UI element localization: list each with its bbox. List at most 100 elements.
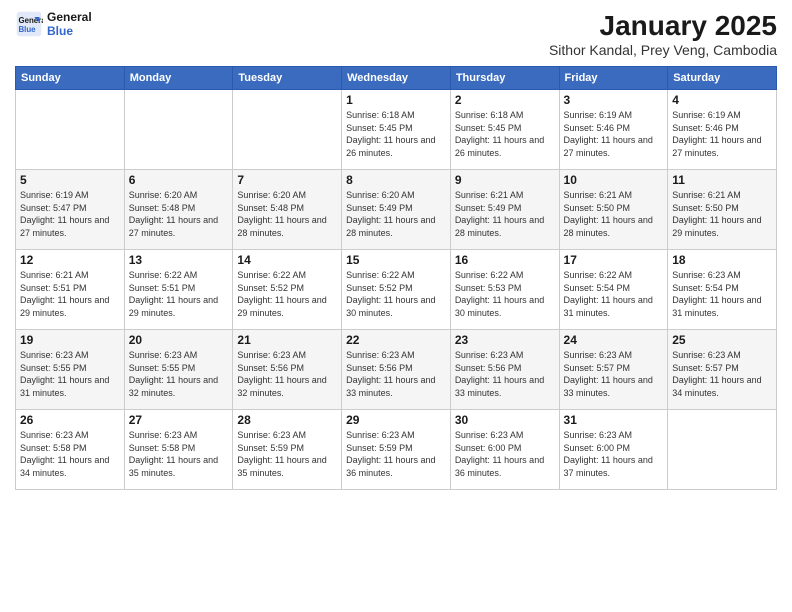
calendar-cell: 3 Sunrise: 6:19 AM Sunset: 5:46 PM Daylig… — [559, 90, 668, 170]
day-info: Sunrise: 6:23 AM Sunset: 5:58 PM Dayligh… — [20, 429, 120, 479]
day-info: Sunrise: 6:23 AM Sunset: 5:56 PM Dayligh… — [346, 349, 446, 399]
logo-text: General Blue — [47, 10, 92, 38]
day-info: Sunrise: 6:23 AM Sunset: 5:55 PM Dayligh… — [129, 349, 229, 399]
day-number: 4 — [672, 93, 772, 107]
calendar-subtitle: Sithor Kandal, Prey Veng, Cambodia — [549, 42, 777, 58]
calendar-cell: 13Sunrise: 6:22 AM Sunset: 5:51 PM Dayli… — [124, 250, 233, 330]
day-of-week-header: Saturday — [668, 67, 777, 90]
day-number: 2 — [455, 93, 555, 107]
calendar-cell: 17Sunrise: 6:22 AM Sunset: 5:54 PM Dayli… — [559, 250, 668, 330]
day-number: 6 — [129, 173, 229, 187]
calendar-cell: 10Sunrise: 6:21 AM Sunset: 5:50 PM Dayli… — [559, 170, 668, 250]
calendar-week-row: 1 Sunrise: 6:18 AM Sunset: 5:45 PM Daylig… — [16, 90, 777, 170]
calendar-cell: 8 Sunrise: 6:20 AM Sunset: 5:49 PM Daylig… — [342, 170, 451, 250]
calendar-cell: 12 Sunrise: 6:21 AM Sunset: 5:51 PM Dayli… — [16, 250, 125, 330]
day-of-week-header: Thursday — [450, 67, 559, 90]
calendar-cell: 19Sunrise: 6:23 AM Sunset: 5:55 PM Dayli… — [16, 330, 125, 410]
calendar-cell: 22Sunrise: 6:23 AM Sunset: 5:56 PM Dayli… — [342, 330, 451, 410]
day-number: 13 — [129, 253, 229, 267]
calendar-cell: 11 Sunrise: 6:21 AM Sunset: 5:50 PM Dayli… — [668, 170, 777, 250]
day-info: Sunrise: 6:22 AM Sunset: 5:52 PM Dayligh… — [346, 269, 446, 319]
header: General Blue General Blue January 2025 S… — [15, 10, 777, 58]
day-of-week-header: Sunday — [16, 67, 125, 90]
svg-text:Blue: Blue — [19, 25, 37, 34]
day-number: 9 — [455, 173, 555, 187]
day-info: Sunrise: 6:23 AM Sunset: 6:00 PM Dayligh… — [564, 429, 664, 479]
calendar-cell: 7Sunrise: 6:20 AM Sunset: 5:48 PM Daylig… — [233, 170, 342, 250]
day-info: Sunrise: 6:21 AM Sunset: 5:50 PM Dayligh… — [672, 189, 772, 239]
day-of-week-header: Monday — [124, 67, 233, 90]
day-number: 29 — [346, 413, 446, 427]
calendar-cell: 20 Sunrise: 6:23 AM Sunset: 5:55 PM Dayli… — [124, 330, 233, 410]
day-number: 8 — [346, 173, 446, 187]
calendar-table: SundayMondayTuesdayWednesdayThursdayFrid… — [15, 66, 777, 490]
day-info: Sunrise: 6:18 AM Sunset: 5:45 PM Dayligh… — [346, 109, 446, 159]
calendar-cell — [16, 90, 125, 170]
day-info: Sunrise: 6:23 AM Sunset: 6:00 PM Dayligh… — [455, 429, 555, 479]
calendar-cell: 21 Sunrise: 6:23 AM Sunset: 5:56 PM Dayli… — [233, 330, 342, 410]
calendar-header-row: SundayMondayTuesdayWednesdayThursdayFrid… — [16, 67, 777, 90]
day-info: Sunrise: 6:20 AM Sunset: 5:49 PM Dayligh… — [346, 189, 446, 239]
day-info: Sunrise: 6:19 AM Sunset: 5:46 PM Dayligh… — [564, 109, 664, 159]
calendar-cell: 9 Sunrise: 6:21 AM Sunset: 5:49 PM Daylig… — [450, 170, 559, 250]
calendar-week-row: 5Sunrise: 6:19 AM Sunset: 5:47 PM Daylig… — [16, 170, 777, 250]
calendar-week-row: 19Sunrise: 6:23 AM Sunset: 5:55 PM Dayli… — [16, 330, 777, 410]
day-number: 15 — [346, 253, 446, 267]
day-info: Sunrise: 6:23 AM Sunset: 5:58 PM Dayligh… — [129, 429, 229, 479]
day-of-week-header: Wednesday — [342, 67, 451, 90]
calendar-cell: 2Sunrise: 6:18 AM Sunset: 5:45 PM Daylig… — [450, 90, 559, 170]
day-info: Sunrise: 6:19 AM Sunset: 5:47 PM Dayligh… — [20, 189, 120, 239]
day-number: 1 — [346, 93, 446, 107]
day-number: 28 — [237, 413, 337, 427]
calendar-cell: 6 Sunrise: 6:20 AM Sunset: 5:48 PM Daylig… — [124, 170, 233, 250]
calendar-cell: 25 Sunrise: 6:23 AM Sunset: 5:57 PM Dayli… — [668, 330, 777, 410]
day-info: Sunrise: 6:23 AM Sunset: 5:55 PM Dayligh… — [20, 349, 120, 399]
day-number: 27 — [129, 413, 229, 427]
day-info: Sunrise: 6:23 AM Sunset: 5:56 PM Dayligh… — [237, 349, 337, 399]
day-number: 26 — [20, 413, 120, 427]
calendar-cell: 23Sunrise: 6:23 AM Sunset: 5:56 PM Dayli… — [450, 330, 559, 410]
day-info: Sunrise: 6:23 AM Sunset: 5:57 PM Dayligh… — [672, 349, 772, 399]
calendar-cell — [668, 410, 777, 490]
day-info: Sunrise: 6:23 AM Sunset: 5:57 PM Dayligh… — [564, 349, 664, 399]
calendar-cell: 5Sunrise: 6:19 AM Sunset: 5:47 PM Daylig… — [16, 170, 125, 250]
day-info: Sunrise: 6:23 AM Sunset: 5:59 PM Dayligh… — [346, 429, 446, 479]
calendar-cell: 31Sunrise: 6:23 AM Sunset: 6:00 PM Dayli… — [559, 410, 668, 490]
day-number: 30 — [455, 413, 555, 427]
day-info: Sunrise: 6:22 AM Sunset: 5:53 PM Dayligh… — [455, 269, 555, 319]
day-info: Sunrise: 6:21 AM Sunset: 5:51 PM Dayligh… — [20, 269, 120, 319]
day-number: 11 — [672, 173, 772, 187]
page: General Blue General Blue January 2025 S… — [0, 0, 792, 612]
calendar-cell: 16Sunrise: 6:22 AM Sunset: 5:53 PM Dayli… — [450, 250, 559, 330]
day-info: Sunrise: 6:23 AM Sunset: 5:54 PM Dayligh… — [672, 269, 772, 319]
day-info: Sunrise: 6:21 AM Sunset: 5:50 PM Dayligh… — [564, 189, 664, 239]
calendar-cell: 28 Sunrise: 6:23 AM Sunset: 5:59 PM Dayli… — [233, 410, 342, 490]
logo: General Blue General Blue — [15, 10, 92, 38]
day-number: 25 — [672, 333, 772, 347]
calendar-cell: 18 Sunrise: 6:23 AM Sunset: 5:54 PM Dayli… — [668, 250, 777, 330]
calendar-cell: 29 Sunrise: 6:23 AM Sunset: 5:59 PM Dayli… — [342, 410, 451, 490]
day-info: Sunrise: 6:22 AM Sunset: 5:52 PM Dayligh… — [237, 269, 337, 319]
day-number: 18 — [672, 253, 772, 267]
day-number: 3 — [564, 93, 664, 107]
day-info: Sunrise: 6:19 AM Sunset: 5:46 PM Dayligh… — [672, 109, 772, 159]
day-number: 21 — [237, 333, 337, 347]
day-number: 14 — [237, 253, 337, 267]
calendar-cell: 24Sunrise: 6:23 AM Sunset: 5:57 PM Dayli… — [559, 330, 668, 410]
day-number: 12 — [20, 253, 120, 267]
calendar-week-row: 26 Sunrise: 6:23 AM Sunset: 5:58 PM Dayli… — [16, 410, 777, 490]
calendar-cell: 15 Sunrise: 6:22 AM Sunset: 5:52 PM Dayli… — [342, 250, 451, 330]
calendar-cell: 26 Sunrise: 6:23 AM Sunset: 5:58 PM Dayli… — [16, 410, 125, 490]
calendar-cell: 27 Sunrise: 6:23 AM Sunset: 5:58 PM Dayli… — [124, 410, 233, 490]
day-number: 20 — [129, 333, 229, 347]
day-number: 23 — [455, 333, 555, 347]
day-of-week-header: Friday — [559, 67, 668, 90]
day-of-week-header: Tuesday — [233, 67, 342, 90]
day-number: 7 — [237, 173, 337, 187]
calendar-cell: 30 Sunrise: 6:23 AM Sunset: 6:00 PM Dayli… — [450, 410, 559, 490]
day-info: Sunrise: 6:21 AM Sunset: 5:49 PM Dayligh… — [455, 189, 555, 239]
calendar-title: January 2025 — [549, 10, 777, 42]
day-info: Sunrise: 6:23 AM Sunset: 5:59 PM Dayligh… — [237, 429, 337, 479]
day-info: Sunrise: 6:20 AM Sunset: 5:48 PM Dayligh… — [129, 189, 229, 239]
calendar-week-row: 12 Sunrise: 6:21 AM Sunset: 5:51 PM Dayli… — [16, 250, 777, 330]
